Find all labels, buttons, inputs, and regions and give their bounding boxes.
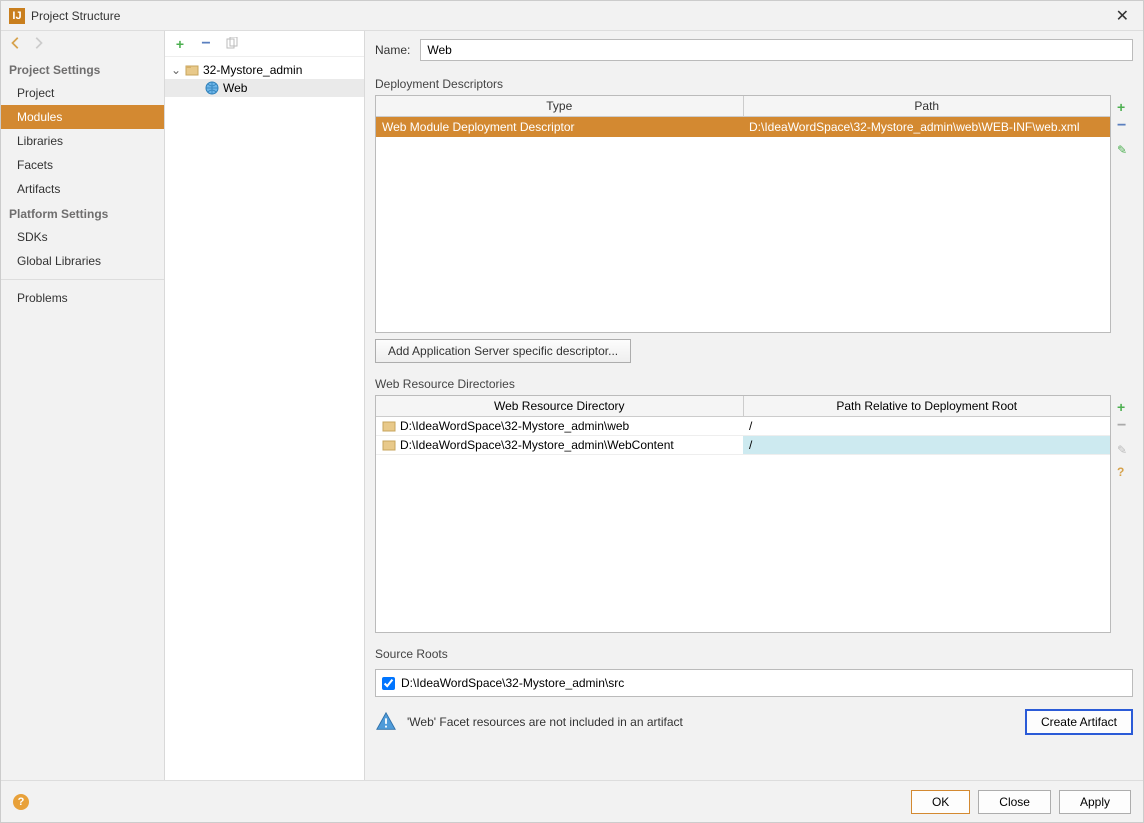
source-root-path: D:\IdeaWordSpace\32-Mystore_admin\src [401,676,624,690]
copy-icon[interactable] [225,37,239,51]
wrd-row[interactable]: D:\IdeaWordSpace\32-Mystore_admin\WebCon… [376,436,1110,455]
wrd-edit-icon[interactable]: ✎ [1117,443,1131,457]
name-input[interactable] [420,39,1133,61]
wrd-remove-icon[interactable]: − [1117,421,1131,435]
section-project-settings: Project Settings [1,57,164,81]
remove-icon[interactable]: − [199,37,213,51]
nav-sdks[interactable]: SDKs [1,225,164,249]
nav-forward-icon[interactable] [31,36,45,53]
wrd-col-rel: Path Relative to Deployment Root [744,396,1111,416]
wrd-row-dir: D:\IdeaWordSpace\32-Mystore_admin\web [376,417,743,435]
chevron-down-icon: ⌄ [171,63,181,77]
dd-row-type: Web Module Deployment Descriptor [376,117,743,137]
nav-artifacts[interactable]: Artifacts [1,177,164,201]
wrd-help-icon[interactable]: ? [1117,465,1131,479]
create-artifact-button[interactable]: Create Artifact [1025,709,1133,735]
window-title: Project Structure [31,9,120,23]
deployment-descriptors-table[interactable]: Type Path Web Module Deployment Descript… [375,95,1111,333]
dd-add-icon[interactable]: + [1117,99,1131,113]
tree-child-label: Web [223,81,247,95]
source-roots-box: D:\IdeaWordSpace\32-Mystore_admin\src [375,669,1133,697]
name-label: Name: [375,43,410,57]
facet-detail-panel: Name: Deployment Descriptors Type Path W… [365,31,1143,780]
apply-button[interactable]: Apply [1059,790,1131,814]
wrd-row-rel: / [743,436,1110,454]
nav-global-libraries[interactable]: Global Libraries [1,249,164,273]
wrd-row[interactable]: D:\IdeaWordSpace\32-Mystore_admin\web / [376,417,1110,436]
nav-modules[interactable]: Modules [1,105,164,129]
tree-facet-web[interactable]: Web [165,79,364,97]
module-icon [185,63,199,77]
folder-icon [382,438,396,452]
titlebar: IJ Project Structure ✕ [1,1,1143,31]
section-platform-settings: Platform Settings [1,201,164,225]
add-server-descriptor-button[interactable]: Add Application Server specific descript… [375,339,631,363]
nav-project[interactable]: Project [1,81,164,105]
dd-remove-icon[interactable]: − [1117,121,1131,135]
deployment-descriptors-heading: Deployment Descriptors [375,77,1133,91]
tree-root-label: 32-Mystore_admin [203,63,302,77]
warning-icon [375,711,397,733]
folder-icon [382,419,396,433]
settings-sidebar: Project Settings Project Modules Librari… [1,31,165,780]
web-facet-icon [205,81,219,95]
module-tree-panel: + − ⌄ 32-Mystore_admin Web [165,31,365,780]
dd-col-type: Type [376,96,744,116]
nav-back-icon[interactable] [9,36,23,53]
app-icon: IJ [9,8,25,24]
source-roots-heading: Source Roots [375,647,1133,661]
wrd-row-rel: / [743,417,1110,435]
dd-edit-icon[interactable]: ✎ [1117,143,1131,157]
dialog-footer: ? OK Close Apply [1,780,1143,822]
tree-module-root[interactable]: ⌄ 32-Mystore_admin [165,61,364,79]
source-root-checkbox[interactable] [382,677,395,690]
web-resource-directories-heading: Web Resource Directories [375,377,1133,391]
nav-facets[interactable]: Facets [1,153,164,177]
dd-row-path: D:\IdeaWordSpace\32-Mystore_admin\web\WE… [743,117,1110,137]
close-icon[interactable]: ✕ [1110,6,1135,26]
nav-problems[interactable]: Problems [1,286,164,310]
ok-button[interactable]: OK [911,790,970,814]
warning-message: 'Web' Facet resources are not included i… [407,715,1015,729]
wrd-add-icon[interactable]: + [1117,399,1131,413]
dd-col-path: Path [744,96,1111,116]
nav-libraries[interactable]: Libraries [1,129,164,153]
web-resource-directories-table[interactable]: Web Resource Directory Path Relative to … [375,395,1111,633]
add-icon[interactable]: + [173,37,187,51]
wrd-row-dir: D:\IdeaWordSpace\32-Mystore_admin\WebCon… [376,436,743,454]
help-icon[interactable]: ? [13,794,29,810]
close-button[interactable]: Close [978,790,1051,814]
dd-row[interactable]: Web Module Deployment Descriptor D:\Idea… [376,117,1110,137]
wrd-col-dir: Web Resource Directory [376,396,744,416]
